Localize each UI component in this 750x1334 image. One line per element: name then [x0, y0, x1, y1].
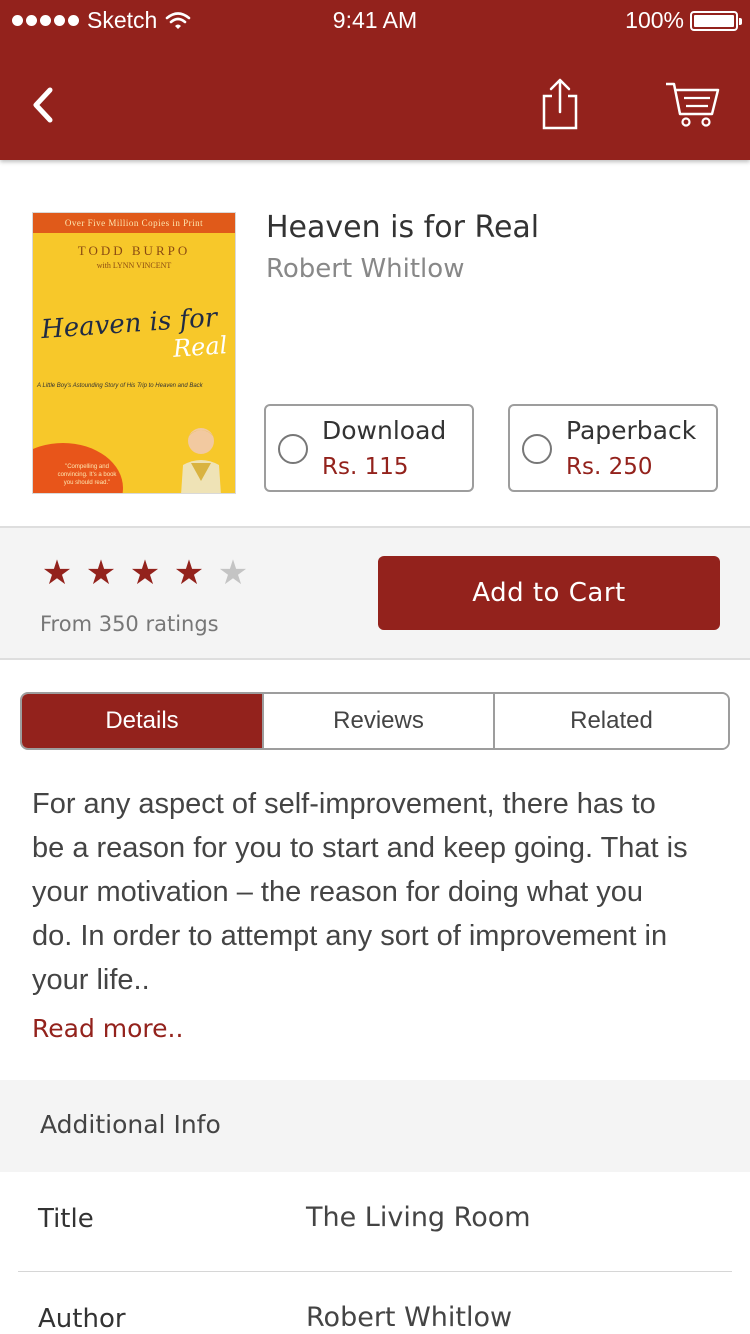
option-paperback-price: Rs. 250: [566, 454, 653, 480]
option-paperback-label: Paperback: [566, 416, 697, 445]
chevron-left-icon[interactable]: [24, 80, 64, 130]
description-line: your motivation – the reason for doing w…: [32, 876, 643, 908]
star-filled-icon: ★: [173, 554, 205, 592]
tab-reviews[interactable]: Reviews: [262, 694, 493, 748]
add-to-cart-button[interactable]: Add to Cart: [378, 556, 720, 630]
option-paperback[interactable]: Paperback Rs. 250: [508, 404, 718, 492]
radio-download[interactable]: [278, 434, 308, 464]
option-download[interactable]: Download Rs. 115: [264, 404, 474, 492]
star-filled-icon: ★: [85, 554, 117, 592]
cover-author: TODD BURPO: [77, 243, 191, 258]
description-line: do. In order to attempt any sort of impr…: [32, 920, 668, 952]
top-bar: Sketch 9:41 AM 100%: [0, 0, 750, 160]
cover-coauthor: with LYNN VINCENT: [96, 261, 172, 270]
info-key: Author: [38, 1304, 126, 1334]
option-download-price: Rs. 115: [322, 454, 409, 480]
read-more-link[interactable]: Read more..: [32, 1014, 183, 1043]
cover-banner: Over Five Million Copies in Print: [33, 213, 235, 233]
info-row-title: Title The Living Room: [18, 1172, 732, 1272]
description: For any aspect of self-improvement, ther…: [32, 782, 722, 1002]
description-line: be a reason for you to start and keep go…: [32, 832, 688, 864]
rating-count: From 350 ratings: [40, 612, 219, 636]
rating-section: ★ ★ ★ ★ ★ From 350 ratings Add to Cart: [0, 526, 750, 660]
description-line: For any aspect of self-improvement, ther…: [32, 788, 656, 820]
cover-quote: "Compelling and convincing. It's a book …: [57, 464, 117, 486]
cover-title-accent: Real: [172, 331, 229, 363]
additional-info-header: Additional Info: [0, 1080, 750, 1172]
info-row-author: Author Robert Whitlow: [18, 1272, 732, 1334]
star-filled-icon: ★: [41, 554, 73, 592]
product-title: Heaven is for Real: [266, 210, 540, 245]
status-bar: Sketch 9:41 AM 100%: [0, 0, 750, 40]
description-line: your life..: [32, 964, 150, 996]
book-cover: Over Five Million Copies in Print TODD B…: [32, 212, 236, 494]
tab-related[interactable]: Related: [493, 694, 728, 748]
battery-percent: 100%: [625, 7, 684, 33]
cart-icon[interactable]: [662, 78, 722, 130]
battery-group: 100%: [625, 7, 742, 34]
cover-boy-illustration: [181, 428, 221, 493]
info-value: The Living Room: [306, 1202, 531, 1233]
tab-details[interactable]: Details: [22, 694, 262, 748]
option-download-label: Download: [322, 416, 447, 445]
cover-tagline: A Little Boy's Astounding Story of His T…: [37, 383, 203, 389]
info-value: Robert Whitlow: [306, 1302, 513, 1333]
share-icon[interactable]: [536, 76, 584, 132]
battery-icon: [690, 10, 742, 31]
product-author: Robert Whitlow: [266, 254, 465, 284]
star-filled-icon: ★: [129, 554, 161, 592]
info-key: Title: [38, 1204, 94, 1234]
additional-info-heading: Additional Info: [40, 1110, 221, 1139]
radio-paperback[interactable]: [522, 434, 552, 464]
tab-bar: Details Reviews Related: [20, 692, 730, 750]
star-empty-icon: ★: [217, 554, 249, 592]
star-rating: ★ ★ ★ ★ ★: [38, 556, 252, 590]
